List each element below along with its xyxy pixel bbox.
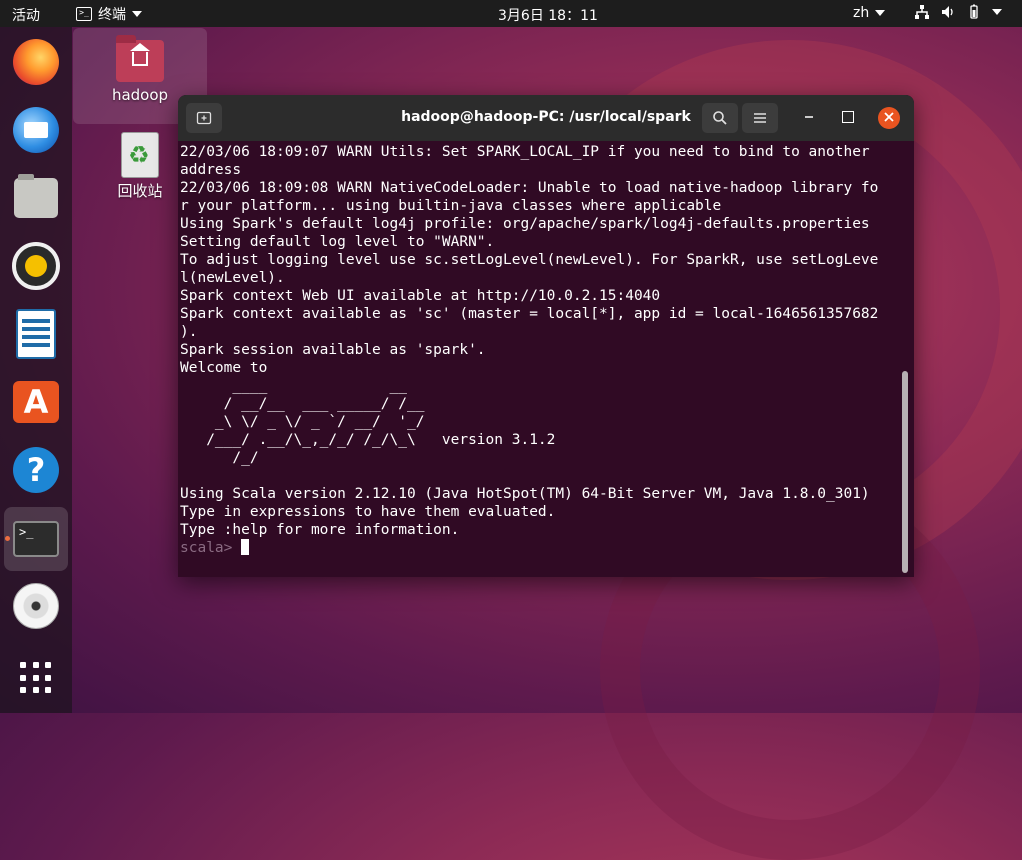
chevron-down-icon [875,10,886,16]
close-button[interactable] [878,107,900,129]
show-applications-button[interactable] [10,652,62,704]
terminal-small-icon: >_ [76,7,92,21]
minimize-icon [805,116,813,118]
software-launcher[interactable]: A [10,376,62,428]
battery-icon [970,4,978,19]
activities-button[interactable]: 活动 [12,5,40,25]
maximize-button[interactable] [842,111,854,123]
prompt-line[interactable]: scala> [180,539,902,557]
show-apps-icon [20,662,52,694]
rhythmbox-icon [12,242,60,290]
firefox-launcher[interactable] [10,36,62,88]
terminal-content[interactable]: 22/03/06 18:09:07 WARN Utils: Set SPARK_… [180,143,902,577]
files-icon [14,174,58,218]
scrollbar[interactable] [902,371,908,573]
terminal-output: 22/03/06 18:09:07 WARN Utils: Set SPARK_… [180,144,879,538]
terminal-titlebar[interactable]: hadoop@hadoop-PC: /usr/local/spark [178,95,914,141]
terminal-icon: >_ [13,521,59,557]
help-icon: ? [13,447,59,493]
search-button[interactable] [702,103,738,133]
software-center-icon: A [13,381,59,423]
disc-launcher[interactable] [10,580,62,632]
close-icon [884,112,894,122]
chevron-down-icon [992,9,1002,15]
hamburger-menu-button[interactable] [742,103,778,133]
input-method-menu[interactable]: zh [853,5,886,21]
top-bar: 活动 >_ 终端 3月6日 18：11 zh [0,0,1022,27]
volume-icon [942,6,953,18]
disc-icon [13,583,59,629]
chevron-down-icon [132,11,142,17]
app-menu[interactable]: >_ 终端 [76,4,142,24]
thunderbird-launcher[interactable] [10,104,62,156]
input-method-label: zh [853,5,870,21]
scala-prompt: scala> [180,540,242,556]
terminal-window[interactable]: hadoop@hadoop-PC: /usr/local/spark 22/03… [178,95,914,577]
clock[interactable]: 3月6日 18：11 [498,5,598,25]
search-icon [713,111,727,125]
trash-icon [121,132,159,178]
hamburger-icon [754,113,766,123]
firefox-icon [13,39,59,85]
rhythmbox-launcher[interactable] [10,240,62,292]
files-launcher[interactable] [10,172,62,224]
minimize-button[interactable] [800,109,818,127]
app-menu-label: 终端 [98,7,126,23]
home-folder-icon [116,35,164,82]
system-tray[interactable] [914,4,1002,20]
terminal-launcher[interactable]: >_ [4,507,68,571]
dock: A ? >_ [0,27,72,713]
network-icon [915,5,929,19]
writer-launcher[interactable] [10,308,62,360]
libreoffice-writer-icon [16,309,56,359]
thunderbird-icon [13,107,59,153]
text-cursor [241,539,250,555]
help-launcher[interactable]: ? [10,444,62,496]
